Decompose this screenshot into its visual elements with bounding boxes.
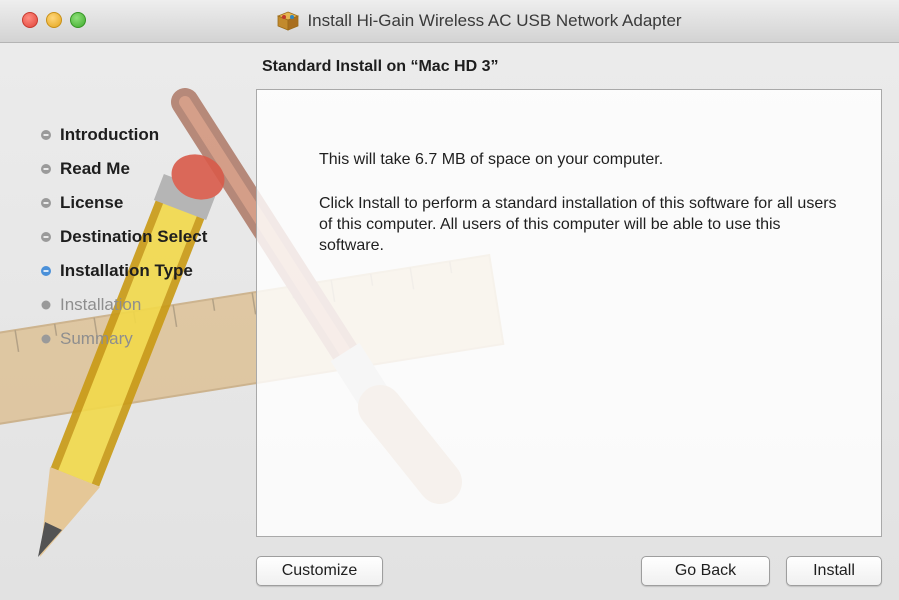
content-pane: This will take 6.7 MB of space on your c… (256, 89, 882, 537)
step-installation: Installation (40, 288, 250, 322)
step-introduction: Introduction (40, 118, 250, 152)
package-icon (277, 11, 300, 31)
step-bullet-icon (41, 164, 51, 174)
step-bullet-icon (41, 232, 51, 242)
pane-title: Standard Install on “Mac HD 3” (262, 58, 499, 75)
install-description-text: Click Install to perform a standard inst… (319, 195, 837, 254)
title-bar: Install Hi-Gain Wireless AC USB Network … (0, 0, 899, 43)
step-summary: Summary (40, 322, 250, 356)
step-destination-select: Destination Select (40, 220, 250, 254)
pending-step-bullet-icon (41, 300, 51, 310)
step-bullet-icon (41, 130, 51, 140)
installer-window: Install Hi-Gain Wireless AC USB Network … (0, 0, 899, 600)
window-title: Install Hi-Gain Wireless AC USB Network … (307, 11, 682, 30)
current-step-bullet-icon (41, 266, 51, 276)
installer-steps: Introduction Read Me License Destination… (40, 118, 250, 356)
install-button[interactable]: Install (786, 556, 882, 586)
step-license: License (40, 186, 250, 220)
step-bullet-icon (41, 198, 51, 208)
customize-button[interactable]: Customize (256, 556, 383, 586)
space-required-text: This will take 6.7 MB of space on your c… (319, 151, 664, 168)
step-read-me: Read Me (40, 152, 250, 186)
step-installation-type: Installation Type (40, 254, 250, 288)
pending-step-bullet-icon (41, 334, 51, 344)
go-back-button[interactable]: Go Back (641, 556, 770, 586)
